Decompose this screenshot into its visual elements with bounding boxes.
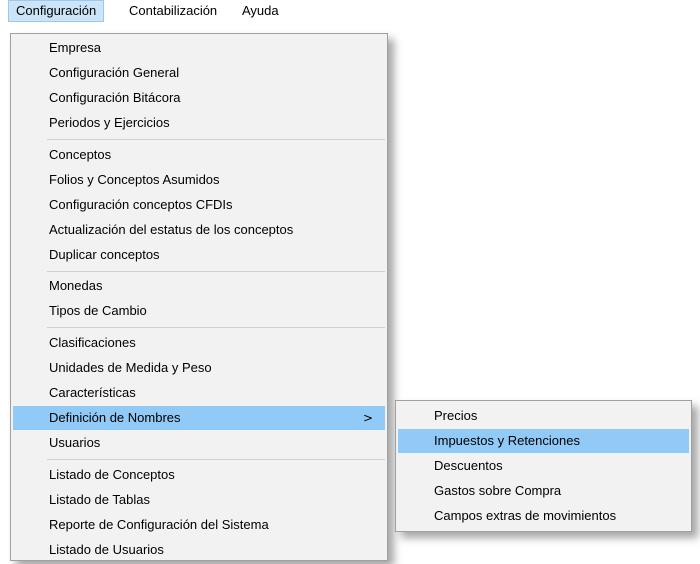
configuracion-menu: Empresa Configuración General Configurac… bbox=[10, 33, 388, 561]
submenu-item-descuentos[interactable]: Descuentos bbox=[398, 454, 689, 478]
menubar-ayuda[interactable]: Ayuda bbox=[235, 0, 286, 22]
menu-item-usuarios[interactable]: Usuarios bbox=[13, 431, 385, 455]
menu-item-definicion-nombres[interactable]: Definición de Nombres > bbox=[13, 406, 385, 430]
chevron-right-icon: > bbox=[362, 411, 373, 425]
menubar-contabilizacion[interactable]: Contabilización bbox=[122, 0, 224, 22]
menu-item-conceptos[interactable]: Conceptos bbox=[13, 143, 385, 167]
submenu-item-impuestos-retenciones[interactable]: Impuestos y Retenciones bbox=[398, 429, 689, 453]
menu-separator bbox=[47, 459, 385, 460]
menu-item-actualizacion-estatus-conceptos[interactable]: Actualización del estatus de los concept… bbox=[13, 218, 385, 242]
menu-item-configuracion-general[interactable]: Configuración General bbox=[13, 61, 385, 85]
menu-separator bbox=[47, 139, 385, 140]
menu-separator bbox=[47, 327, 385, 328]
submenu-item-precios[interactable]: Precios bbox=[398, 404, 689, 428]
menu-item-caracteristicas[interactable]: Características bbox=[13, 381, 385, 405]
submenu-item-campos-extras-movimientos[interactable]: Campos extras de movimientos bbox=[398, 504, 689, 528]
menubar-configuracion[interactable]: Configuración bbox=[8, 0, 105, 22]
menu-item-periodos-ejercicios[interactable]: Periodos y Ejercicios bbox=[13, 111, 385, 135]
menu-item-listado-usuarios[interactable]: Listado de Usuarios bbox=[13, 538, 385, 562]
menu-separator bbox=[47, 271, 385, 272]
menu-item-empresa[interactable]: Empresa bbox=[13, 36, 385, 60]
menu-item-configuracion-bitacora[interactable]: Configuración Bitácora bbox=[13, 86, 385, 110]
menu-item-listado-conceptos[interactable]: Listado de Conceptos bbox=[13, 463, 385, 487]
menu-item-tipos-de-cambio[interactable]: Tipos de Cambio bbox=[13, 299, 385, 323]
menu-item-monedas[interactable]: Monedas bbox=[13, 274, 385, 298]
menu-item-listado-tablas[interactable]: Listado de Tablas bbox=[13, 488, 385, 512]
definicion-nombres-submenu: Precios Impuestos y Retenciones Descuent… bbox=[395, 400, 692, 532]
menu-item-clasificaciones[interactable]: Clasificaciones bbox=[13, 331, 385, 355]
menu-item-unidades-medida-peso[interactable]: Unidades de Medida y Peso bbox=[13, 356, 385, 380]
menu-item-configuracion-conceptos-cfdis[interactable]: Configuración conceptos CFDIs bbox=[13, 193, 385, 217]
submenu-item-gastos-sobre-compra[interactable]: Gastos sobre Compra bbox=[398, 479, 689, 503]
menu-bar: Configuración Contabilización Ayuda bbox=[0, 0, 700, 22]
menu-item-folios-conceptos-asumidos[interactable]: Folios y Conceptos Asumidos bbox=[13, 168, 385, 192]
menu-item-duplicar-conceptos[interactable]: Duplicar conceptos bbox=[13, 243, 385, 267]
menu-item-reporte-configuracion-sistema[interactable]: Reporte de Configuración del Sistema bbox=[13, 513, 385, 537]
menu-item-label: Definición de Nombres bbox=[49, 410, 181, 425]
